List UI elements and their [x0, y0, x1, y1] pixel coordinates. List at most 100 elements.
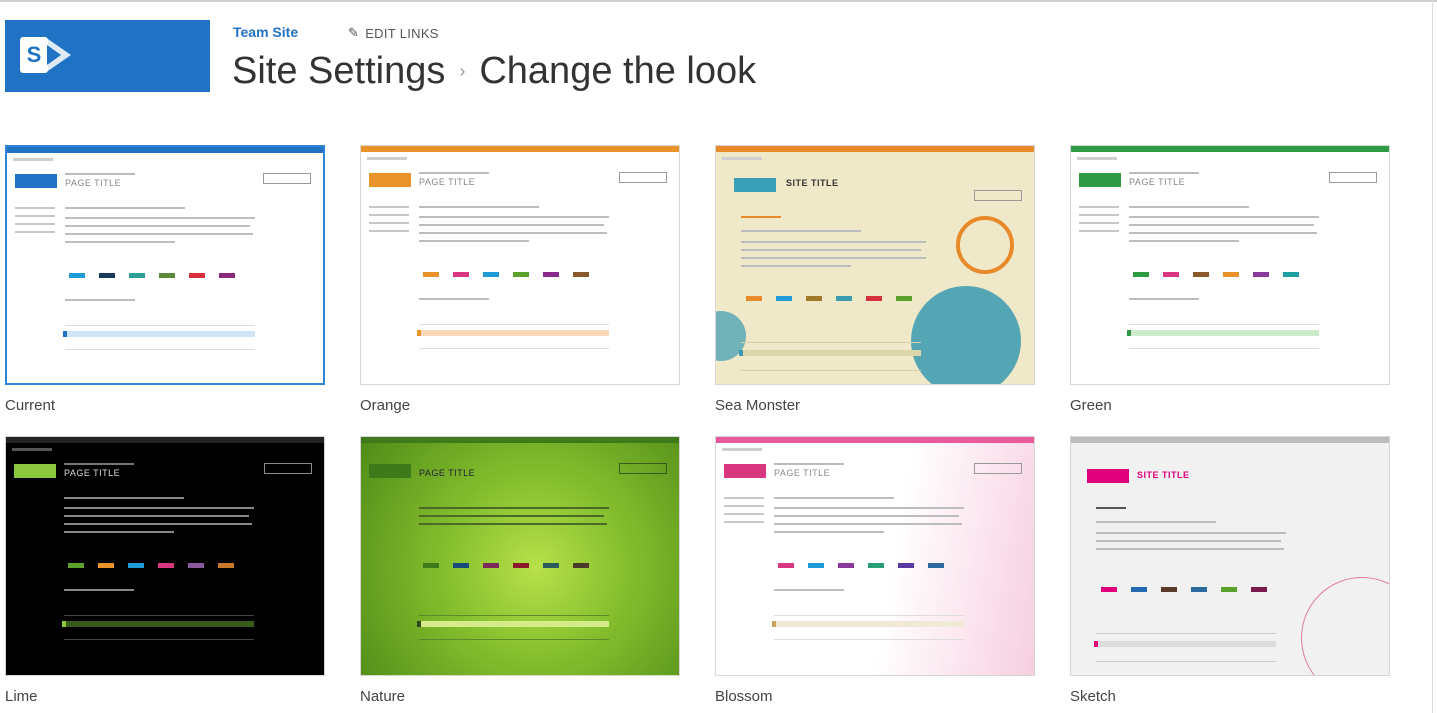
mini-swatch — [68, 563, 84, 568]
look-thumbnail-orange[interactable]: PAGE TITLE — [360, 145, 680, 385]
mini-swatch — [838, 563, 854, 568]
mini-search-box — [263, 173, 311, 184]
mini-logo — [15, 174, 57, 188]
mini-swatch — [776, 296, 792, 301]
mini-swatch — [1223, 272, 1239, 277]
edit-links-button[interactable]: ✎ EDIT LINKS — [348, 25, 439, 41]
look-thumbnail-sea-monster[interactable]: SITE TITLE — [715, 145, 1035, 385]
mini-text-line — [741, 216, 781, 218]
look-label: Lime — [5, 688, 38, 705]
look-tile-sea-monster[interactable]: SITE TITLE Sea Monster — [715, 145, 1037, 414]
mini-nav — [1077, 157, 1117, 160]
mini-text-line — [774, 531, 884, 533]
look-tile-current[interactable]: PAGE TITLE Current — [5, 145, 327, 414]
look-thumbnail-blossom[interactable]: PAGE TITLE — [715, 436, 1035, 676]
mini-row-marker — [62, 621, 66, 627]
mini-swatch — [746, 296, 762, 301]
mini-row — [1129, 342, 1319, 349]
mini-breadcrumb — [65, 173, 135, 175]
team-site-link[interactable]: Team Site — [233, 24, 298, 40]
mini-swatch — [513, 563, 529, 568]
breadcrumb-site-settings[interactable]: Site Settings — [232, 50, 445, 93]
mini-row — [65, 343, 255, 350]
mini-swatch — [423, 563, 439, 568]
mini-swatch — [1191, 587, 1207, 592]
mini-row-marker — [417, 621, 421, 627]
mini-swatch — [513, 272, 529, 277]
mini-page-title: PAGE TITLE — [65, 178, 122, 188]
mini-row — [741, 336, 921, 343]
mini-swatch — [573, 272, 589, 277]
mini-quicklaunch — [1079, 206, 1119, 238]
mini-row-marker — [1127, 330, 1131, 336]
look-tile-nature[interactable]: PAGE TITLE Nature — [360, 436, 682, 705]
mini-nav — [722, 157, 762, 160]
mini-quicklaunch — [369, 206, 409, 238]
look-thumbnail-current[interactable]: PAGE TITLE — [5, 145, 325, 385]
page-title: Site Settings › Change the look — [232, 50, 756, 93]
look-tile-sketch[interactable]: SITE TITLE Sketch — [1070, 436, 1392, 705]
sharepoint-arrow-inner-icon — [47, 45, 61, 65]
mini-swatch — [189, 273, 205, 278]
mini-swatch — [928, 563, 944, 568]
mini-swatch — [778, 563, 794, 568]
mini-row — [774, 633, 964, 640]
mini-quicklaunch — [15, 207, 55, 239]
mini-logo — [1087, 469, 1129, 483]
look-thumbnail-lime[interactable]: PAGE TITLE — [5, 436, 325, 676]
mini-text-line — [65, 217, 255, 219]
mini-swatch — [1133, 272, 1149, 277]
mini-text-line — [419, 507, 609, 509]
mini-logo — [369, 173, 411, 187]
mini-swatch — [898, 563, 914, 568]
sharepoint-logo[interactable]: S — [5, 20, 210, 92]
mini-row-marker — [1094, 641, 1098, 647]
mini-text-line — [64, 523, 252, 525]
mini-suitebar — [716, 146, 1034, 152]
mini-text-line — [65, 241, 175, 243]
mini-swatch — [423, 272, 439, 277]
look-tile-blossom[interactable]: PAGE TITLE Blossom — [715, 436, 1037, 705]
mini-row — [741, 364, 921, 371]
mini-text-line — [1129, 206, 1249, 208]
mini-text-line — [741, 257, 926, 259]
mini-swatch — [99, 273, 115, 278]
mini-text-line — [1096, 507, 1126, 509]
mini-suitebar — [361, 437, 679, 443]
look-label: Orange — [360, 397, 411, 414]
mini-text-line — [419, 240, 529, 242]
look-thumbnail-green[interactable]: PAGE TITLE — [1070, 145, 1390, 385]
mini-text-line — [1129, 298, 1199, 300]
top-divider — [0, 0, 1437, 2]
mini-swatch — [483, 563, 499, 568]
mini-row — [419, 609, 609, 616]
look-tile-green[interactable]: PAGE TITLE Green — [1070, 145, 1392, 414]
mini-logo — [369, 464, 411, 478]
mini-swatch — [1253, 272, 1269, 277]
mini-swatch — [98, 563, 114, 568]
look-label: Green — [1070, 397, 1112, 414]
mini-breadcrumb — [64, 463, 134, 465]
pencil-icon: ✎ — [348, 25, 360, 40]
mini-swatch — [1251, 587, 1267, 592]
mini-text-line — [419, 232, 607, 234]
mini-row-marker — [417, 330, 421, 336]
mini-text-line — [741, 265, 851, 267]
mini-text-line — [741, 241, 926, 243]
mini-row — [65, 319, 255, 326]
look-tile-lime[interactable]: PAGE TITLE Lime — [5, 436, 327, 705]
look-label: Sketch — [1070, 688, 1116, 705]
mini-text-line — [419, 206, 539, 208]
mini-row — [419, 633, 609, 640]
mini-row — [65, 331, 255, 337]
mini-swatch — [218, 563, 234, 568]
mini-breadcrumb — [1129, 172, 1199, 174]
mini-swatch — [188, 563, 204, 568]
mini-text-line — [419, 298, 489, 300]
look-thumbnail-sketch[interactable]: SITE TITLE — [1070, 436, 1390, 676]
mini-breadcrumb — [419, 172, 489, 174]
mini-suitebar — [1071, 437, 1389, 443]
mini-swatch — [1101, 587, 1117, 592]
look-thumbnail-nature[interactable]: PAGE TITLE — [360, 436, 680, 676]
look-tile-orange[interactable]: PAGE TITLE Orange — [360, 145, 682, 414]
